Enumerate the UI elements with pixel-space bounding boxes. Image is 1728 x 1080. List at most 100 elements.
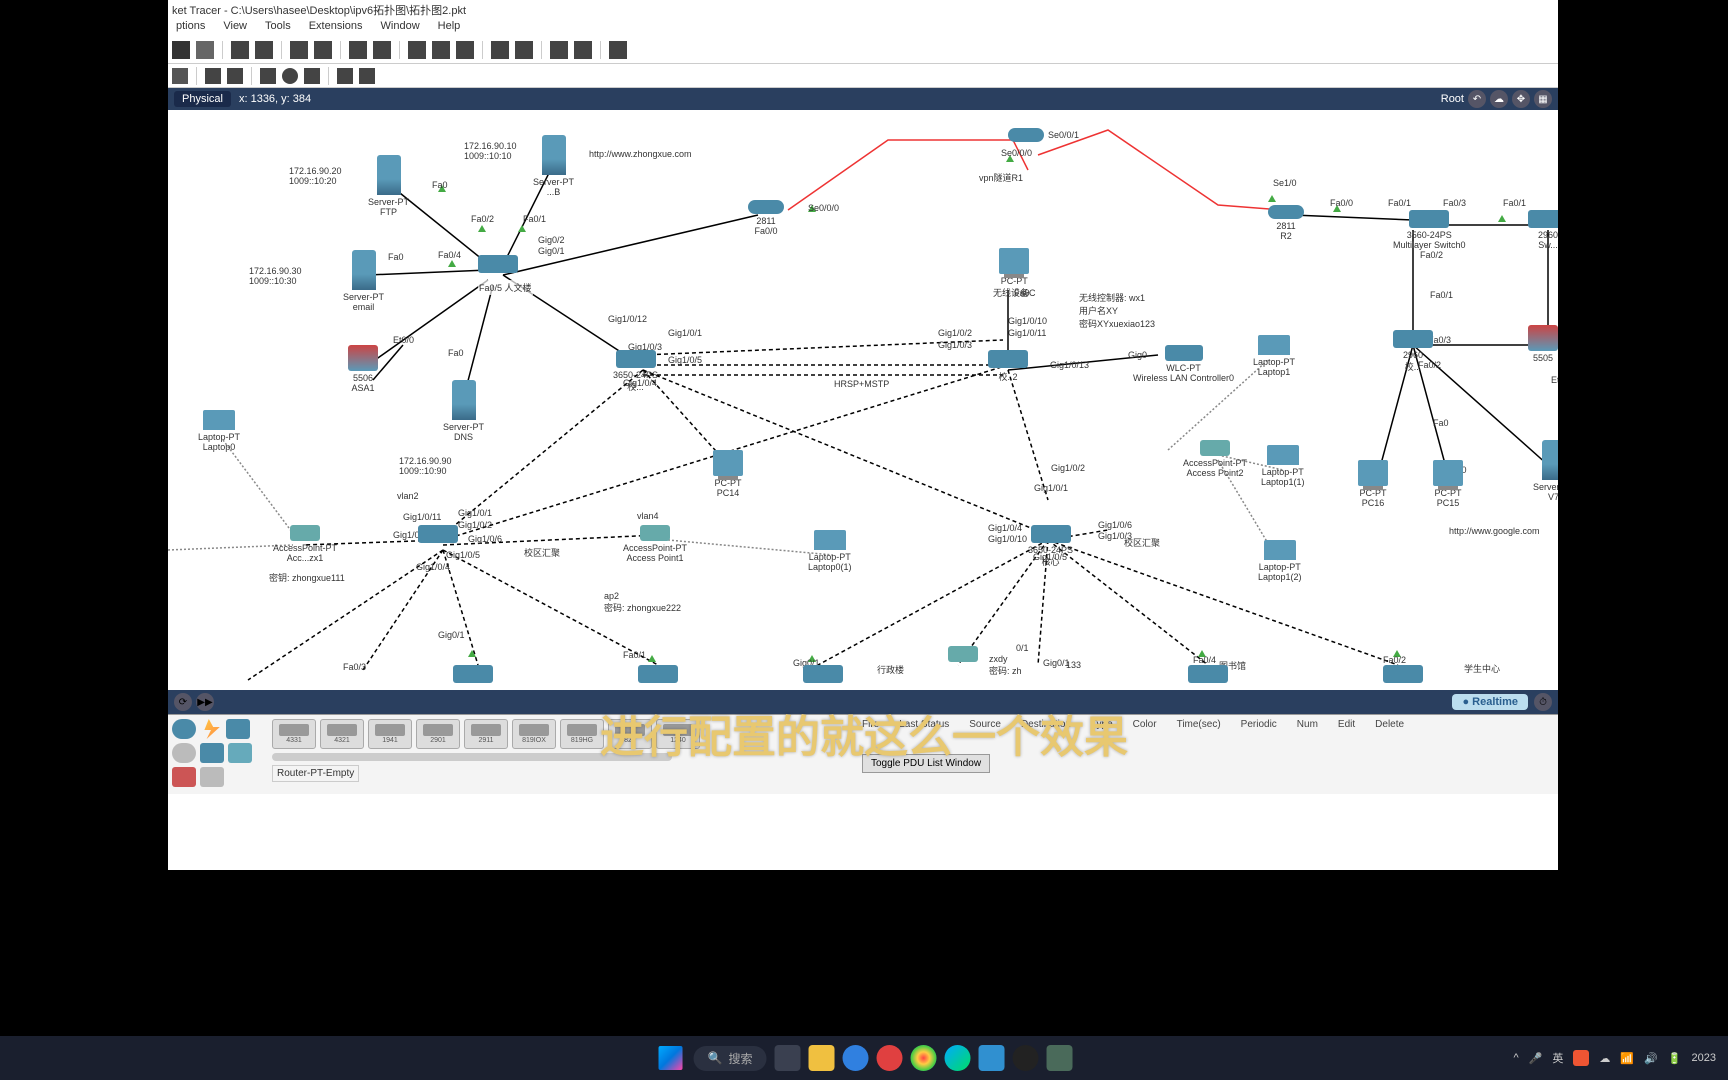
ime-indicator[interactable]: 英	[1552, 1050, 1563, 1066]
device-5505[interactable]: 5505	[1528, 325, 1558, 363]
nav-back-icon[interactable]: ↶	[1468, 90, 1486, 108]
nav-move-icon[interactable]: ✥	[1512, 90, 1530, 108]
device-server-pt2[interactable]: Server-PT ...B	[533, 135, 574, 197]
realtime-button[interactable]: ● Realtime	[1452, 694, 1528, 710]
menu-window[interactable]: Window	[381, 20, 420, 34]
device-pc16[interactable]: PC-PT PC16	[1358, 460, 1388, 508]
volume-icon[interactable]: 🔊	[1644, 1052, 1658, 1065]
clock-year[interactable]: 2023	[1692, 1052, 1716, 1064]
task-view-icon[interactable]	[774, 1045, 800, 1071]
device-laptop0[interactable]: Laptop-PT Laptop0	[198, 410, 240, 452]
select-icon[interactable]	[172, 68, 188, 84]
tray-mic-icon[interactable]: 🎤	[1529, 1052, 1543, 1065]
device-pc14[interactable]: PC-PT PC14	[713, 450, 743, 498]
tray-chevron-icon[interactable]: ^	[1514, 1052, 1519, 1064]
device-laptop1-2[interactable]: Laptop-PT Laptop1(2)	[1258, 540, 1302, 582]
device-laptop1[interactable]: Laptop-PT Laptop1	[1253, 335, 1295, 377]
device-ap2[interactable]: AccessPoint-PT Access Point1	[623, 525, 687, 563]
delete-icon[interactable]	[227, 68, 243, 84]
palette-icon[interactable]	[491, 41, 509, 59]
battery-icon[interactable]: 🔋	[1668, 1052, 1682, 1065]
physical-tab[interactable]: Physical	[174, 91, 231, 107]
chip-819hg[interactable]: 819HG	[560, 719, 604, 749]
palette-cloud-icon[interactable]	[172, 743, 196, 763]
palette-wireless-icon[interactable]	[228, 743, 252, 763]
device-router-r2[interactable]: 2811 R2	[1268, 205, 1304, 241]
tool2-icon[interactable]	[574, 41, 592, 59]
note-icon[interactable]	[205, 68, 221, 84]
pdu2-icon[interactable]	[359, 68, 375, 84]
pdu-icon[interactable]	[337, 68, 353, 84]
chip-1941[interactable]: 1941	[368, 719, 412, 749]
custom-icon[interactable]	[515, 41, 533, 59]
ellipse-icon[interactable]	[282, 68, 298, 84]
device-switch-3650[interactable]: 3650-24PS 校...	[613, 350, 658, 393]
zoom-reset-icon[interactable]	[432, 41, 450, 59]
device-laptop1-1[interactable]: Laptop-PT Laptop1(1)	[1261, 445, 1305, 487]
device-switch-3560[interactable]: 3560-24PS Multilayer Switch0	[1393, 210, 1466, 250]
device-switch-2960[interactable]	[478, 255, 518, 275]
open-icon[interactable]	[196, 41, 214, 59]
device-laptop0-1[interactable]: Laptop-PT Laptop0(1)	[808, 530, 852, 572]
device-switch-r2[interactable]: 2960 校...	[1393, 330, 1433, 373]
app-misc-icon[interactable]	[1046, 1045, 1072, 1071]
nav-grid-icon[interactable]: ▦	[1534, 90, 1552, 108]
device-server-ftp[interactable]: Server-PT FTP	[368, 155, 409, 217]
device-switch-campus1[interactable]	[418, 525, 458, 545]
explorer-icon[interactable]	[808, 1045, 834, 1071]
device-ap1[interactable]: AccessPoint-PT Acc...zx1	[273, 525, 337, 563]
chrome-icon[interactable]	[910, 1045, 936, 1071]
root-label[interactable]: Root	[1441, 93, 1464, 105]
device-pc15[interactable]: PC-PT PC15	[1433, 460, 1463, 508]
device-switch-campus2[interactable]: 3650-24PS 核心	[1028, 525, 1073, 568]
palette-router-icon[interactable]	[172, 719, 196, 739]
rect-icon[interactable]	[260, 68, 276, 84]
device-bottom-sw3[interactable]	[803, 665, 843, 685]
copy-icon[interactable]	[290, 41, 308, 59]
menu-extensions[interactable]: Extensions	[309, 20, 363, 34]
device-router-2811[interactable]: 2811 Fa0/0	[748, 200, 784, 236]
palette-switch-icon[interactable]	[226, 719, 250, 739]
device-server-v7[interactable]: Server-PT V7	[1533, 440, 1558, 502]
undo-icon[interactable]	[349, 41, 367, 59]
zoom-out-icon[interactable]	[456, 41, 474, 59]
device-asa1[interactable]: 5506 ASA1	[348, 345, 378, 393]
menu-help[interactable]: Help	[438, 20, 461, 34]
nav-cloud-icon[interactable]: ☁	[1490, 90, 1508, 108]
device-wlc[interactable]: WLC-PT Wireless LAN Controller0	[1133, 345, 1234, 383]
palette-lightning-icon[interactable]	[200, 719, 222, 739]
device-switch-core[interactable]: 校..2	[988, 350, 1028, 383]
line-icon[interactable]	[304, 68, 320, 84]
new-icon[interactable]	[172, 41, 190, 59]
device-server-email[interactable]: Server-PT email	[343, 250, 384, 312]
device-bottom-sw4[interactable]	[1188, 665, 1228, 685]
device-wireless-router[interactable]	[948, 646, 978, 664]
palette-security-icon[interactable]	[172, 767, 196, 787]
device-pc-wireless[interactable]: PC-PT 无线设备C	[993, 248, 1036, 299]
save-icon[interactable]	[231, 41, 249, 59]
zoom-in-icon[interactable]	[408, 41, 426, 59]
device-bottom-sw2[interactable]	[638, 665, 678, 685]
power-cycle-icon[interactable]: ⟳	[174, 693, 192, 711]
wifi-icon[interactable]: 📶	[1620, 1052, 1634, 1065]
chip-819iox[interactable]: 819IOX	[512, 719, 556, 749]
chip-2901[interactable]: 2901	[416, 719, 460, 749]
topology-canvas[interactable]: 172.16.90.20 1009::10:20 172.16.90.10 10…	[168, 110, 1558, 690]
tray-cloud-icon[interactable]: ☁	[1599, 1052, 1610, 1065]
tool3-icon[interactable]	[609, 41, 627, 59]
tray-s-icon[interactable]	[1573, 1050, 1589, 1066]
palette-wan-icon[interactable]	[200, 767, 224, 787]
obs-icon[interactable]	[1012, 1045, 1038, 1071]
menu-tools[interactable]: Tools	[265, 20, 291, 34]
device-server-dns[interactable]: Server-PT DNS	[443, 380, 484, 442]
palette-hub-icon[interactable]	[200, 743, 224, 763]
device-bottom-sw5[interactable]	[1383, 665, 1423, 685]
sogou-icon[interactable]	[876, 1045, 902, 1071]
device-router-r1[interactable]	[1008, 128, 1044, 144]
print-icon[interactable]	[255, 41, 273, 59]
menu-view[interactable]: View	[223, 20, 247, 34]
app-q-icon[interactable]	[842, 1045, 868, 1071]
menu-options[interactable]: ptions	[176, 20, 205, 34]
taskbar-search[interactable]: 🔍 搜索	[694, 1046, 767, 1071]
fast-forward-icon[interactable]: ▶▶	[196, 693, 214, 711]
